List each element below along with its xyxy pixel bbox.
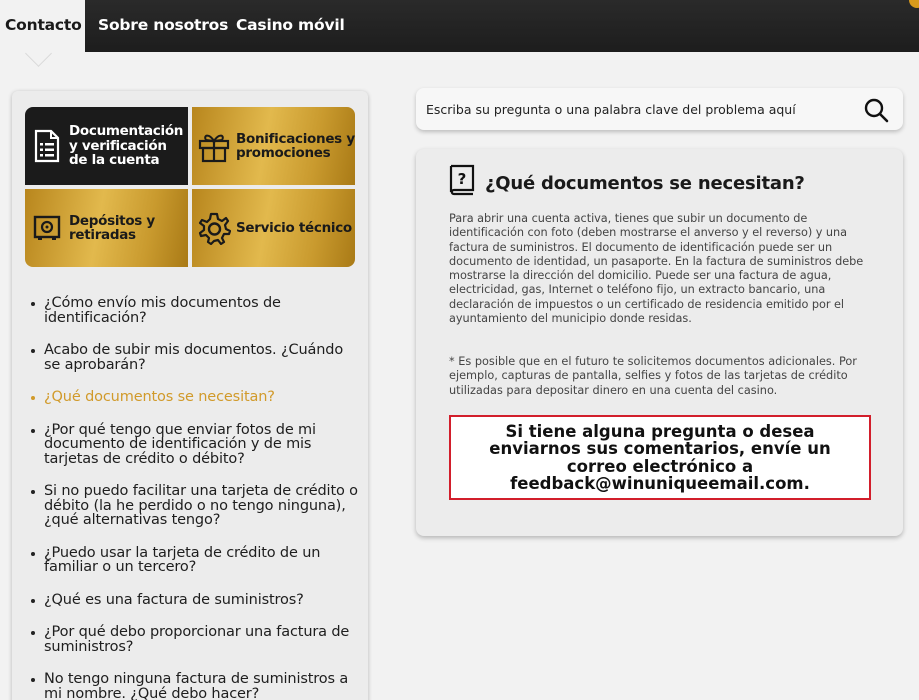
answer-body: Para abrir una cuenta activa, tienes que… [449, 212, 864, 326]
category-label: Documentación y verificación de la cuent… [69, 123, 184, 169]
search-bar [416, 88, 903, 130]
category-label: Servicio técnico [236, 219, 352, 236]
document-list-icon [30, 129, 64, 163]
question-item[interactable]: No tengo ninguna factura de suministros … [28, 672, 358, 700]
question-list: ¿Cómo envío mis documentos de identifica… [28, 296, 358, 700]
category-label: Bonificaciones y promociones [236, 130, 355, 161]
question-item[interactable]: ¿Qué es una factura de suministros? [28, 592, 358, 608]
category-label: Depósitos y retiradas [69, 212, 155, 243]
gift-icon [197, 129, 231, 163]
question-item[interactable]: ¿Por qué debo proporcionar una factura d… [28, 625, 358, 654]
question-item[interactable]: ¿Cómo envío mis documentos de identifica… [28, 296, 358, 325]
tab-sobre-nosotros[interactable]: Sobre nosotros [98, 0, 228, 52]
gear-icon [197, 211, 231, 245]
question-item[interactable]: ¿Puedo usar la tarjeta de crédito de un … [28, 545, 358, 575]
category-tech-support[interactable]: Servicio técnico [192, 189, 355, 267]
search-input[interactable] [426, 88, 856, 130]
question-item[interactable]: Si no puedo facilitar una tarjeta de cré… [28, 484, 358, 528]
question-item[interactable]: Acabo de subir mis documentos. ¿Cuándo s… [28, 343, 358, 372]
answer-title: ¿Qué documentos se necesitan? [485, 173, 805, 194]
corner-badge-icon [909, 0, 919, 8]
tab-casino-movil[interactable]: Casino móvil [236, 0, 345, 52]
tab-contacto[interactable]: Contacto [0, 0, 85, 52]
question-item-active[interactable]: ¿Qué documentos se necesitan? [28, 390, 358, 405]
help-sidebar: Documentación y verificación de la cuent… [12, 91, 368, 700]
answer-card: ? ¿Qué documentos se necesitan? Para abr… [416, 149, 903, 536]
category-deposits[interactable]: Depósitos y retiradas [25, 189, 188, 267]
search-icon[interactable] [863, 97, 889, 123]
svg-text:?: ? [458, 170, 467, 188]
question-book-icon: ? [448, 163, 476, 197]
category-bonuses[interactable]: Bonificaciones y promociones [192, 107, 355, 185]
safe-icon [30, 211, 64, 245]
feedback-box: Si tiene alguna pregunta o desea enviarn… [449, 415, 871, 500]
top-navigation: Contacto Sobre nosotros Casino móvil [0, 0, 919, 52]
question-item[interactable]: ¿Por qué tengo que enviar fotos de mi do… [28, 422, 358, 467]
answer-note: * Es posible que en el futuro te solicit… [449, 355, 857, 397]
category-documentation[interactable]: Documentación y verificación de la cuent… [25, 107, 188, 185]
